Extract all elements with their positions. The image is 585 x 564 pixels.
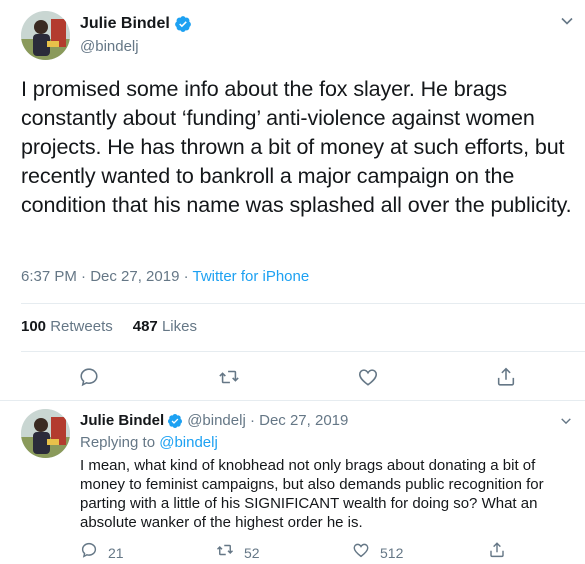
replying-to-label: Replying to — [80, 434, 160, 451]
reply-like-button[interactable]: 512 — [352, 541, 403, 564]
heart-icon — [352, 541, 370, 564]
reply-author-name[interactable]: Julie Bindel — [80, 412, 164, 429]
reply-share-button[interactable] — [488, 541, 506, 564]
reply-author-avatar[interactable] — [21, 409, 70, 458]
reply-icon — [80, 541, 98, 564]
reply-reply-button[interactable]: 21 — [80, 541, 124, 564]
author-avatar[interactable] — [21, 11, 70, 60]
likes-stat[interactable]: 487 Likes — [133, 318, 197, 335]
like-count: 512 — [380, 544, 404, 561]
chevron-down-icon[interactable] — [560, 414, 572, 426]
tweet-timestamp[interactable]: 6:37 PM · Dec 27, 2019 · — [21, 268, 192, 285]
reply-icon — [78, 366, 100, 393]
retweet-icon — [216, 541, 234, 564]
heart-icon — [357, 366, 379, 393]
reply-date[interactable]: · Dec 27, 2019 — [250, 412, 348, 429]
author-handle[interactable]: @bindelj — [80, 38, 139, 55]
share-icon — [495, 366, 517, 393]
like-button[interactable] — [357, 366, 379, 393]
author-name[interactable]: Julie Bindel — [80, 15, 170, 33]
divider — [21, 303, 585, 304]
retweet-button[interactable] — [218, 366, 240, 393]
divider — [21, 351, 585, 352]
retweet-icon — [218, 366, 240, 393]
reply-button[interactable] — [78, 366, 100, 393]
tweet-text: I promised some info about the fox slaye… — [21, 77, 572, 217]
retweets-stat[interactable]: 100 Retweets — [21, 318, 113, 335]
retweet-count: 52 — [244, 544, 260, 561]
verified-badge-icon — [174, 15, 192, 33]
divider — [0, 400, 585, 401]
share-icon — [488, 541, 506, 564]
reply-retweet-button[interactable]: 52 — [216, 541, 260, 564]
verified-badge-icon — [167, 413, 183, 429]
share-button[interactable] — [495, 366, 517, 393]
reply-author-handle[interactable]: @bindelj — [187, 412, 246, 429]
chevron-down-icon[interactable] — [560, 14, 574, 28]
tweet-source-link[interactable]: Twitter for iPhone — [192, 268, 309, 285]
reply-count: 21 — [108, 544, 124, 561]
replying-to-handle[interactable]: @bindelj — [159, 434, 218, 451]
reply-text: I mean, what kind of knobhead not only b… — [80, 457, 544, 531]
